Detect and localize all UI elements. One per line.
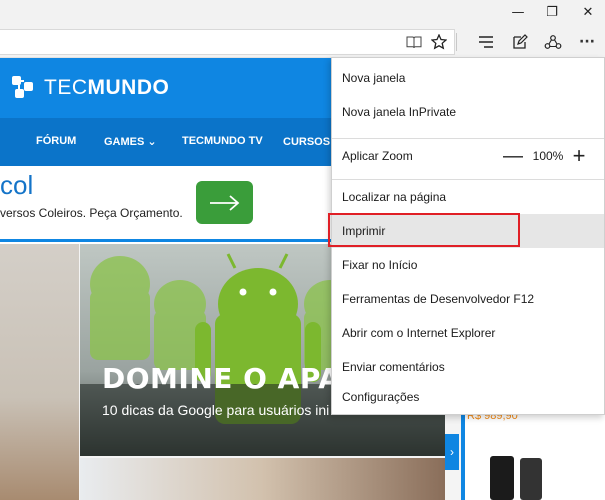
phone-image [490, 456, 514, 500]
hub-icon[interactable] [474, 30, 498, 54]
more-icon[interactable]: ··· [575, 30, 599, 54]
menu-item-settings[interactable]: Configurações [332, 380, 604, 414]
site-logo[interactable]: TECMUNDO [10, 74, 169, 102]
browser-toolbar: ··· [0, 26, 605, 58]
toolbar-separator [456, 33, 457, 51]
favorite-star-icon[interactable] [427, 30, 451, 54]
side-photo[interactable] [0, 244, 79, 500]
logo-mark-icon [10, 74, 38, 102]
menu-item-find-on-page[interactable]: Localizar na página [332, 180, 604, 214]
nav-forum[interactable]: FÓRUM [36, 135, 76, 147]
print-highlight-annotation [328, 213, 520, 247]
reading-view-icon[interactable] [402, 30, 426, 54]
menu-item-send-feedback[interactable]: Enviar comentários [332, 350, 604, 384]
close-button[interactable]: ✕ [571, 0, 605, 24]
menu-item-open-internet-explorer[interactable]: Abrir com o Internet Explorer [332, 316, 604, 350]
nav-tecmundo-tv[interactable]: TECMUNDO TV [182, 135, 263, 147]
arrow-right-icon [209, 194, 239, 211]
ad-title: col [0, 170, 34, 200]
zoom-out-button[interactable]: — [502, 139, 524, 173]
article-thumbnail[interactable] [80, 458, 445, 500]
ad-arrow-button[interactable] [196, 181, 253, 224]
share-icon[interactable] [541, 30, 565, 54]
ad-subtitle: versos Coleiros. Peça Orçamento. [0, 206, 183, 220]
menu-item-developer-tools[interactable]: Ferramentas de Desenvolvedor F12 [332, 282, 604, 316]
zoom-in-button[interactable]: + [568, 139, 590, 173]
minimize-button[interactable]: — [501, 0, 535, 24]
menu-item-pin-to-start[interactable]: Fixar no Início [332, 248, 604, 282]
phone-image-2 [520, 458, 542, 500]
menu-item-new-window[interactable]: Nova janela [332, 61, 604, 95]
web-note-icon[interactable] [508, 30, 532, 54]
carousel-next-icon[interactable]: › [445, 434, 459, 470]
address-bar[interactable] [0, 29, 455, 55]
logo-text: TECMUNDO [44, 76, 170, 99]
title-bar: — ❐ ✕ [0, 0, 605, 26]
zoom-level: 100% [532, 149, 564, 163]
restore-button[interactable]: ❐ [535, 0, 569, 24]
nav-games[interactable]: GAMES ⌄ [104, 135, 157, 148]
menu-item-new-inprivate-window[interactable]: Nova janela InPrivate [332, 95, 604, 129]
